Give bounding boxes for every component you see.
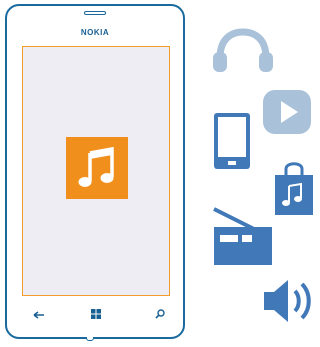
headphones-icon <box>213 28 273 72</box>
music-store-bag-icon <box>275 162 313 215</box>
phone-bottom-button <box>86 337 94 341</box>
back-arrow-icon[interactable] <box>33 310 45 320</box>
brand-logo: NOKIA <box>80 28 110 37</box>
phone-icon <box>214 113 250 169</box>
radio-icon <box>213 207 272 265</box>
phone-screen <box>22 46 170 296</box>
earpiece-speaker <box>84 11 106 15</box>
music-app-tile[interactable] <box>66 137 128 199</box>
music-note-icon <box>78 146 114 187</box>
nokia-phone: NOKIA <box>5 4 185 339</box>
speaker-volume-icon <box>264 280 311 322</box>
windows-start-icon[interactable] <box>91 309 101 319</box>
search-icon[interactable] <box>155 309 165 319</box>
video-play-icon <box>263 90 311 134</box>
